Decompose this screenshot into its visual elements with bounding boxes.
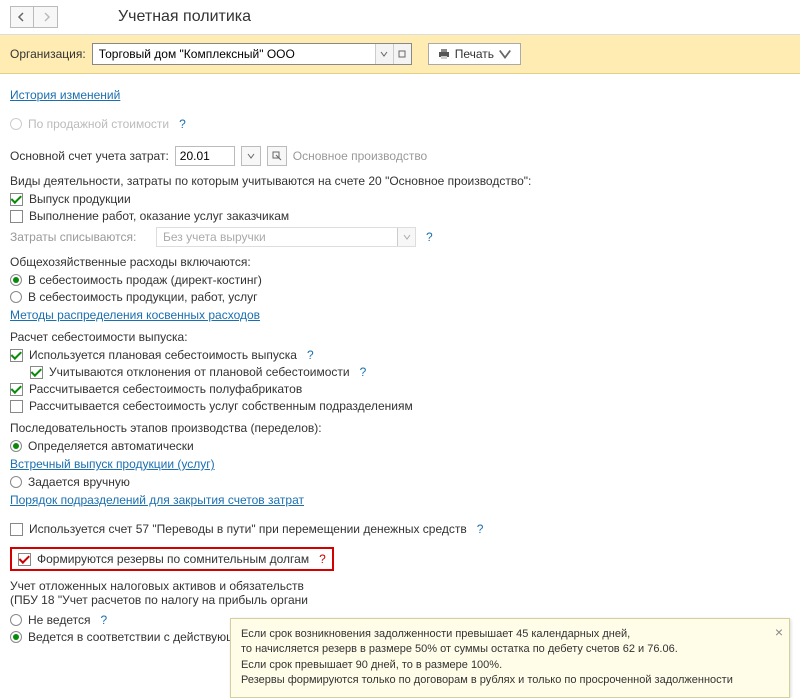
help-icon[interactable]: ? (307, 348, 314, 362)
overhead-direct-label: В себестоимость продаж (директ-костинг) (28, 273, 262, 287)
print-button[interactable]: Печать (428, 43, 521, 65)
account57-label: Используется счет 57 "Переводы в пути" п… (29, 522, 467, 536)
organization-dropdown-button[interactable] (375, 44, 393, 64)
doubtful-reserves-checkbox[interactable] (18, 553, 31, 566)
stages-manual-radio[interactable] (10, 476, 22, 488)
help-icon[interactable]: ? (426, 230, 433, 244)
deviations-checkbox[interactable] (30, 366, 43, 379)
work-services-label: Выполнение работ, оказание услуг заказчи… (29, 209, 289, 223)
indirect-methods-link[interactable]: Методы распределения косвенных расходов (10, 308, 260, 322)
stages-auto-radio[interactable] (10, 440, 22, 452)
tooltip-line: то начисляется резерв в размере 50% от с… (241, 642, 761, 657)
main-account-input[interactable] (175, 146, 235, 166)
doubtful-reserves-label: Формируются резервы по сомнительным долг… (37, 552, 309, 566)
writeoff-select[interactable]: Без учета выручки (156, 227, 416, 247)
chevron-down-icon (498, 47, 512, 61)
organization-input[interactable] (93, 44, 375, 64)
planned-cost-label: Используется плановая себестоимость выпу… (29, 348, 297, 362)
main-account-dropdown[interactable] (241, 146, 261, 166)
organization-label: Организация: (10, 47, 86, 61)
page-title: Учетная политика (118, 8, 251, 26)
own-services-checkbox[interactable] (10, 400, 23, 413)
help-icon[interactable]: ? (360, 365, 367, 379)
own-services-label: Рассчитывается себестоимость услуг собст… (29, 399, 413, 413)
cost-calc-label: Расчет себестоимости выпуска: (10, 330, 790, 344)
nav-forward-button[interactable] (34, 6, 58, 28)
deferred-sub-label: (ПБУ 18 "Учет расчетов по налогу на приб… (10, 593, 790, 607)
planned-cost-checkbox[interactable] (10, 349, 23, 362)
tooltip-line: Резервы формируются только по договорам … (241, 673, 761, 688)
organization-field[interactable] (92, 43, 412, 65)
work-services-checkbox[interactable] (10, 210, 23, 223)
overhead-prod-label: В себестоимость продукции, работ, услуг (28, 290, 258, 304)
tooltip-panel: × Если срок возникновения задолженности … (230, 618, 790, 698)
product-output-checkbox[interactable] (10, 193, 23, 206)
semi-finished-label: Рассчитывается себестоимость полуфабрика… (29, 382, 302, 396)
stages-label: Последовательность этапов производства (… (10, 421, 790, 435)
printer-icon (437, 47, 451, 61)
not-kept-radio[interactable] (10, 614, 22, 626)
writeoff-value: Без учета выручки (157, 228, 397, 246)
sales-cost-label: По продажной стоимости (28, 117, 169, 131)
stages-auto-label: Определяется автоматически (28, 439, 194, 453)
not-kept-label: Не ведется (28, 613, 90, 627)
main-account-label: Основной счет учета затрат: (10, 149, 169, 163)
tooltip-line: Если срок возникновения задолженности пр… (241, 627, 761, 642)
tooltip-close-icon[interactable]: × (775, 623, 783, 643)
print-button-label: Печать (455, 47, 494, 61)
help-icon[interactable]: ? (179, 117, 186, 131)
semi-finished-checkbox[interactable] (10, 383, 23, 396)
history-link[interactable]: История изменений (10, 88, 120, 102)
activities-label: Виды деятельности, затраты по которым уч… (10, 174, 790, 188)
help-icon[interactable]: ? (477, 522, 484, 536)
main-account-open[interactable] (267, 146, 287, 166)
overhead-label: Общехозяйственные расходы включаются: (10, 255, 790, 269)
doubtful-reserves-highlight: Формируются резервы по сомнительным долг… (10, 547, 334, 571)
sales-cost-radio[interactable] (10, 118, 22, 130)
counter-output-link[interactable]: Встречный выпуск продукции (услуг) (10, 457, 215, 471)
nav-back-button[interactable] (10, 6, 34, 28)
help-icon[interactable]: ? (100, 613, 107, 627)
help-icon[interactable]: ? (319, 552, 326, 566)
tooltip-line: Если срок превышает 90 дней, то в размер… (241, 658, 761, 673)
overhead-direct-radio[interactable] (10, 274, 22, 286)
product-output-label: Выпуск продукции (29, 192, 131, 206)
pbu-current-radio[interactable] (10, 631, 22, 643)
main-account-desc: Основное производство (293, 149, 427, 163)
deviations-label: Учитываются отклонения от плановой себес… (49, 365, 350, 379)
account57-checkbox[interactable] (10, 523, 23, 536)
writeoff-label: Затраты списываются: (10, 230, 150, 244)
organization-open-button[interactable] (393, 44, 411, 64)
writeoff-dropdown[interactable] (397, 228, 415, 246)
stages-manual-label: Задается вручную (28, 475, 130, 489)
close-order-link[interactable]: Порядок подразделений для закрытия счето… (10, 493, 304, 507)
deferred-label: Учет отложенных налоговых активов и обяз… (10, 579, 790, 593)
overhead-prod-radio[interactable] (10, 291, 22, 303)
